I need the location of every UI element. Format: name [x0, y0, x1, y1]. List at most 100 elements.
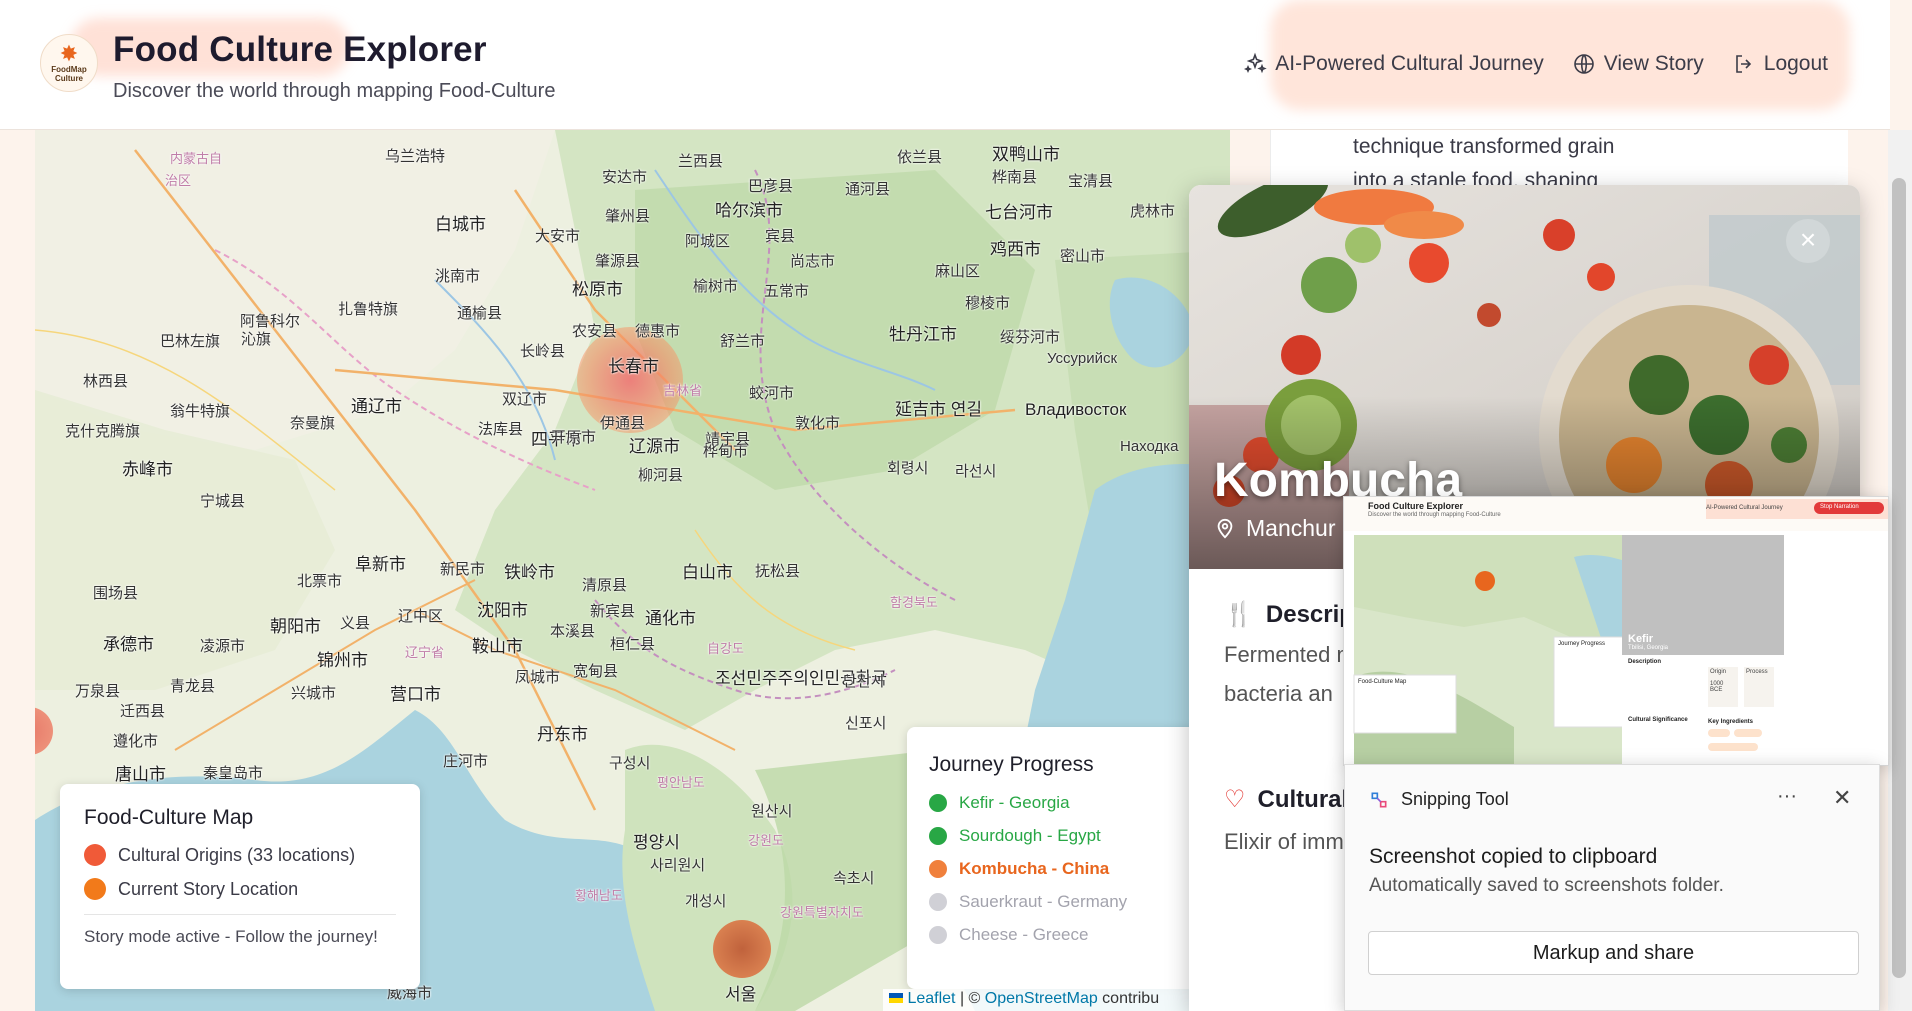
journey-title: Journey Progress [929, 753, 1094, 776]
osm-link[interactable]: OpenStreetMap [985, 990, 1098, 1007]
preview-map-image [1344, 497, 1888, 765]
preview-significance-heading: Cultural Significance [1628, 717, 1688, 723]
preview-app-title: Food Culture Explorer [1368, 501, 1464, 511]
map-label: 沁旗 [241, 331, 272, 348]
preview-legend-title: Food-Culture Map [1358, 679, 1407, 685]
preview-nav: AI-Powered Cultural Journey [1706, 505, 1783, 511]
top-nav: AI-Powered Cultural Journey View Story L… [1243, 52, 1828, 76]
close-card-button[interactable]: × [1786, 219, 1830, 263]
map-label: Уссурийск [1047, 350, 1118, 367]
food-location: Manchur [1214, 515, 1335, 542]
scrollbar-thumb[interactable] [1892, 178, 1906, 978]
map-label: 德惠市 [635, 323, 681, 340]
app-logo: ✸ FoodMap Culture [40, 34, 98, 92]
journey-progress: Journey Progress Kefir - Georgia Sourdou… [907, 727, 1199, 989]
map-label: 虎林市 [1130, 203, 1176, 220]
nav-view-story[interactable]: View Story [1572, 52, 1704, 76]
map-label: 北票市 [297, 573, 343, 590]
journey-step[interactable]: Sauerkraut - Germany [929, 892, 1177, 912]
step-pending-icon [929, 926, 947, 944]
map-label: 평안남도 [657, 775, 705, 790]
map-label: 평양시 [633, 833, 680, 852]
step-done-icon [929, 794, 947, 812]
map-label: 鸡西市 [990, 240, 1041, 259]
journey-step[interactable]: Cheese - Greece [929, 925, 1177, 945]
map-label: 遵化市 [113, 733, 159, 750]
legend-note: Story mode active - Follow the journey! [84, 927, 378, 946]
map-label: 단천시 [843, 673, 885, 690]
map-label: 扎鲁特旗 [338, 301, 399, 318]
map-label: 铁岭市 [504, 563, 555, 582]
map-label: 辽源市 [629, 437, 680, 456]
nav-logout-label: Logout [1763, 52, 1828, 75]
map-label: 长春市 [608, 357, 659, 376]
map-label: 穆棱市 [965, 295, 1011, 312]
app-header: ✸ FoodMap Culture Food Culture Explorer … [0, 0, 1890, 130]
legend-item: Current Story Location [84, 878, 396, 900]
preview-desc-heading: Description [1628, 659, 1662, 665]
journey-step[interactable]: Kefir - Georgia [929, 793, 1177, 813]
step-pending-icon [929, 893, 947, 911]
preview-origin-label: Origin [1710, 669, 1727, 675]
map-label: 牡丹江市 [889, 325, 957, 344]
map-label: 宾县 [765, 228, 796, 245]
map-label: 双辽市 [502, 391, 548, 408]
map-label: 회령시 [887, 460, 929, 477]
step-label: Cheese - Greece [959, 925, 1089, 944]
map-label: 鞍山市 [472, 637, 523, 656]
map-label: 구성시 [609, 755, 651, 772]
map-label: 함경북도 [890, 595, 938, 610]
map-label: 营口市 [390, 685, 441, 704]
map-label: 新民市 [440, 561, 486, 578]
map-label: 通辽市 [351, 397, 402, 416]
origin-marker-seoul[interactable] [713, 920, 771, 978]
legend-label: Cultural Origins (33 locations) [118, 844, 356, 865]
map-label: 凤城市 [515, 669, 561, 686]
markup-and-share-button[interactable]: Markup and share [1368, 931, 1859, 975]
close-notification-icon[interactable]: ✕ [1833, 785, 1851, 811]
map-label: 강원도 [748, 833, 784, 848]
map-label: 赤峰市 [122, 460, 173, 479]
map-label: 承德市 [103, 635, 154, 654]
leaflet-link[interactable]: Leaflet [907, 990, 955, 1007]
nav-ai-journey[interactable]: AI-Powered Cultural Journey [1243, 52, 1544, 76]
map-label: 桦南县 [992, 169, 1038, 186]
map-label: Владивосток [1025, 400, 1127, 419]
map-label: 开原市 [551, 429, 597, 446]
map-label: 抚松县 [755, 563, 801, 580]
step-label: Sourdough - Egypt [959, 826, 1101, 845]
map-label: 长岭县 [520, 343, 566, 360]
nav-logout[interactable]: Logout [1732, 52, 1828, 76]
snipping-tool-notification: Snipping Tool ··· ✕ Screenshot copied to… [1344, 764, 1880, 1011]
preview-origin-value: 1000 BCE [1710, 681, 1724, 693]
screenshot-preview[interactable]: Food Culture Explorer Discover the world… [1343, 496, 1889, 766]
attrib-sep: | © [955, 990, 985, 1007]
logo-text: FoodMap Culture [51, 65, 87, 83]
nav-view-story-label: View Story [1603, 52, 1704, 75]
step-done-icon [929, 827, 947, 845]
map-label: 개성시 [685, 893, 727, 910]
map-label: 肇源县 [595, 253, 641, 270]
map-label: 辽宁省 [405, 645, 445, 660]
map-label: 义县 [340, 615, 371, 632]
map-label: 辽中区 [398, 608, 444, 625]
journey-step[interactable]: Sourdough - Egypt [929, 826, 1177, 846]
map-label: 迁西县 [120, 703, 166, 720]
map-label: 哈尔滨市 [715, 201, 783, 220]
page-scrollbar[interactable] [1888, 130, 1912, 1011]
more-options-icon[interactable]: ··· [1777, 785, 1797, 808]
food-location-label: Manchur [1246, 515, 1336, 541]
map-label: 清原县 [582, 577, 628, 594]
step-current-icon [929, 860, 947, 878]
map-label: 伊通县 [600, 415, 646, 432]
map-label: 乌兰浩特 [385, 148, 446, 165]
journey-step[interactable]: Kombucha - China [929, 859, 1177, 879]
legend-label: Current Story Location [118, 878, 299, 899]
map-label: 白城市 [435, 215, 486, 234]
map-label: 七台河市 [985, 203, 1053, 222]
map-label: 绥芬河市 [1000, 329, 1061, 346]
description-heading-label: Descrip [1265, 600, 1354, 628]
map-label: 林西县 [83, 373, 129, 390]
cultural-heading-label: Cultural [1257, 785, 1349, 813]
map-label: 沈阳市 [477, 601, 528, 620]
